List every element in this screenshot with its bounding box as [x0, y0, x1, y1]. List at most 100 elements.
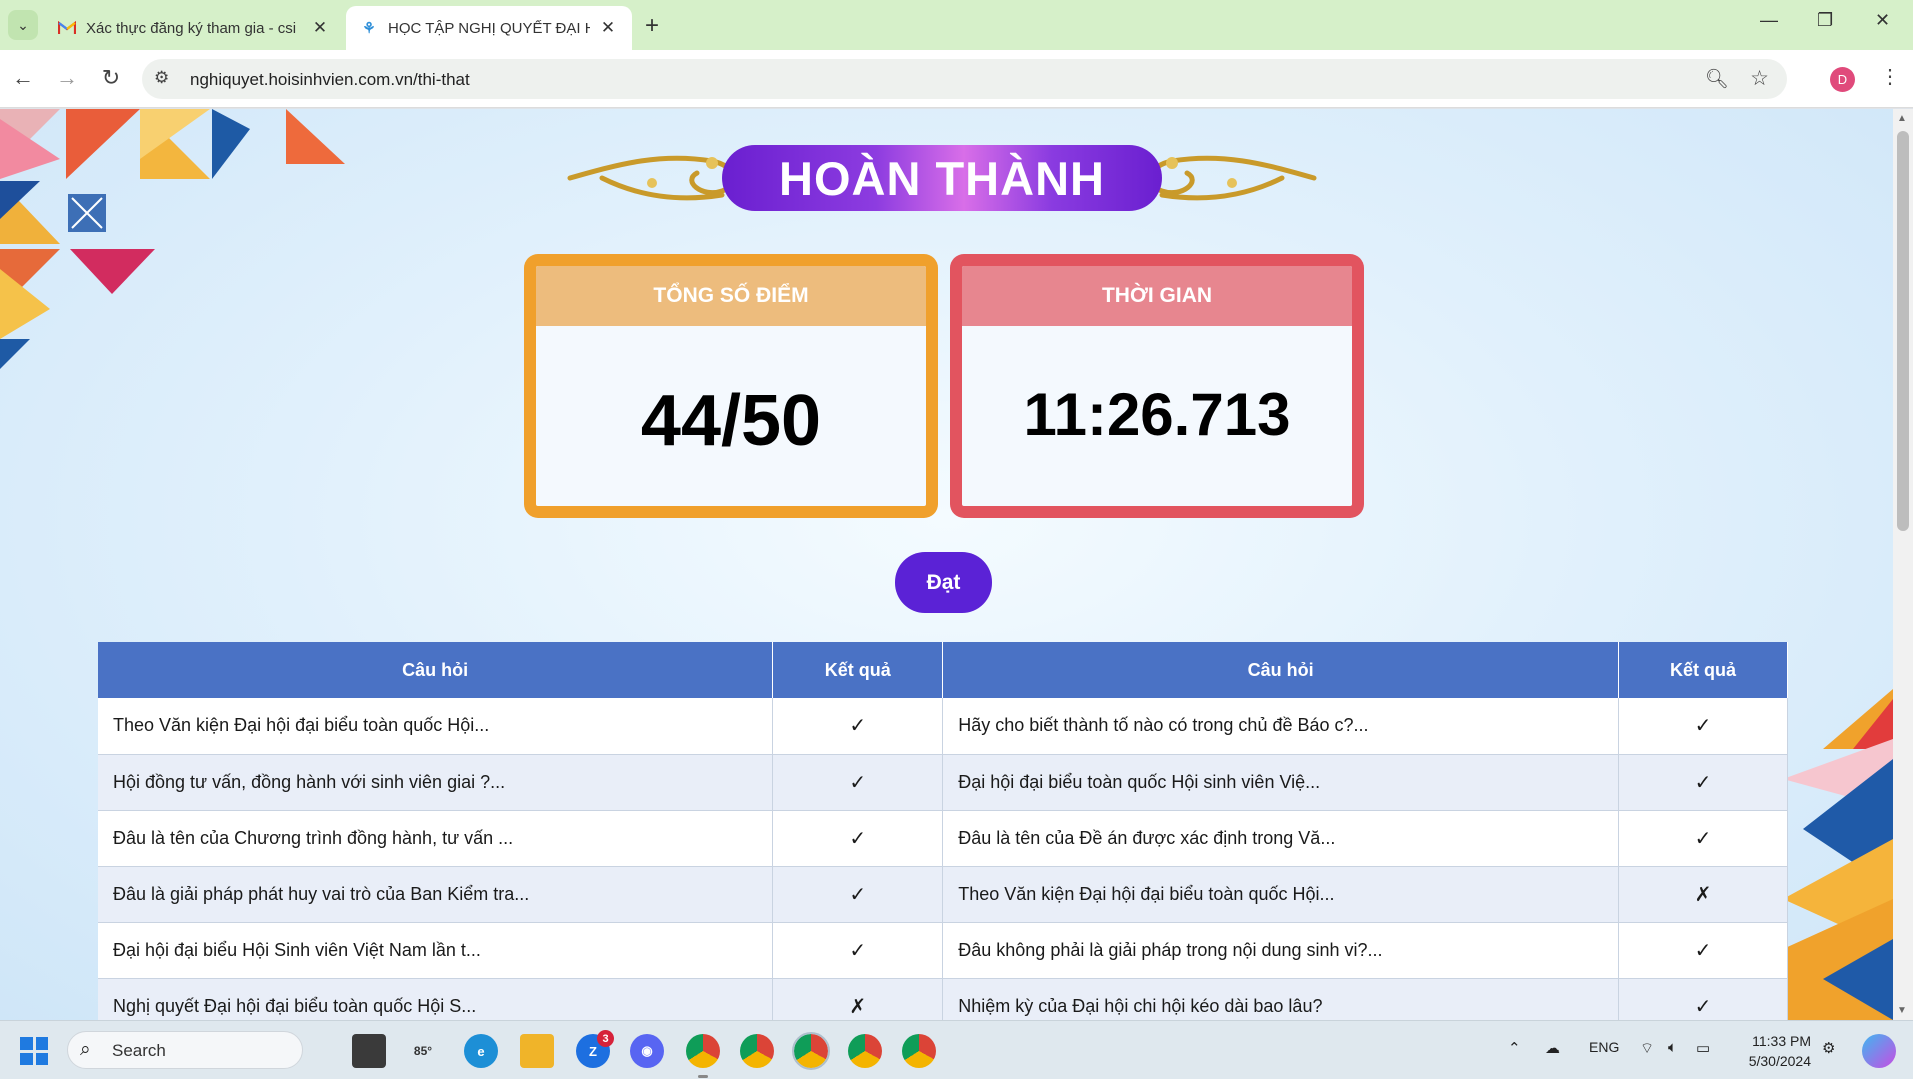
clock-date: 5/30/2024 [1748, 1053, 1811, 1069]
banner-title: HOÀN THÀNH [779, 151, 1105, 205]
active-indicator [698, 1075, 708, 1078]
site-icon: ⚘ [362, 20, 376, 37]
result-cell: ✓ [772, 922, 944, 979]
edge-icon[interactable]: e [464, 1034, 498, 1068]
chrome-profile-icon[interactable] [740, 1034, 774, 1068]
windows-taskbar: ⌕ Search 85° e Z 3 ◉ ⌃ ☁ ENG ⌔ 🔈︎ ▭ 11:3… [0, 1020, 1913, 1079]
profile-avatar[interactable]: D [1830, 67, 1855, 92]
bookmark-star-icon[interactable]: ☆ [1750, 66, 1769, 91]
gmail-icon [58, 19, 76, 37]
tab-search-button[interactable]: ⌄ [8, 10, 38, 40]
pass-status-button[interactable]: Đạt [895, 552, 992, 613]
header-question: Câu hỏi [98, 642, 774, 698]
minimize-icon[interactable]: — [1760, 10, 1778, 31]
result-cell: ✗ [1618, 866, 1788, 923]
table-row: Đâu là giải pháp phát huy vai trò của Ba… [98, 866, 1788, 923]
close-tab-icon[interactable]: ✕ [310, 18, 330, 38]
back-arrow-icon[interactable]: ← [8, 63, 38, 93]
tab-gmail[interactable]: Xác thực đăng ký tham gia - csi ✕ [44, 6, 344, 50]
question-cell: Đại hội đại biểu Hội Sinh viên Việt Nam … [98, 922, 774, 979]
browser-tab-strip: ⌄ Xác thực đăng ký tham gia - csi ✕ ⚘ HỌ… [0, 0, 1913, 50]
header-question: Câu hỏi [942, 642, 1620, 698]
result-cell: ✓ [1618, 810, 1788, 867]
result-cell: ✓ [1618, 978, 1788, 1020]
table-row: Nghị quyết Đại hội đại biểu toàn quốc Hộ… [98, 978, 1788, 1020]
task-view-icon[interactable] [352, 1034, 386, 1068]
zalo-icon[interactable]: Z 3 [576, 1030, 614, 1068]
question-cell: Nhiệm kỳ của Đại hội chi hội kéo dài bao… [942, 978, 1620, 1020]
time-label: THỜI GIAN [962, 266, 1352, 326]
question-cell: Nghị quyết Đại hội đại biểu toàn quốc Hộ… [98, 978, 774, 1020]
table-row: Đại hội đại biểu Hội Sinh viên Việt Nam … [98, 922, 1788, 979]
notification-icon[interactable]: ⚙ [1822, 1039, 1835, 1057]
question-cell: Hãy cho biết thành tố nào có trong chủ đ… [942, 698, 1620, 755]
table-header-row: Câu hỏi Kết quả Câu hỏi Kết quả [98, 642, 1788, 698]
scrollbar-thumb[interactable] [1897, 131, 1909, 531]
clock-time: 11:33 PM [1752, 1033, 1811, 1049]
tab-title: HỌC TẬP NGHỊ QUYẾT ĐẠI HỘI [388, 19, 590, 37]
time-card: THỜI GIAN 11:26.713 [950, 254, 1364, 518]
cloud-offline-icon[interactable]: ☁ [1545, 1039, 1560, 1057]
result-cell: ✓ [1618, 754, 1788, 811]
header-result: Kết quả [772, 642, 944, 698]
score-label: TỔNG SỐ ĐIỂM [536, 266, 926, 326]
close-window-icon[interactable]: ✕ [1875, 10, 1890, 31]
results-table: Câu hỏi Kết quả Câu hỏi Kết quả Theo Văn… [98, 642, 1788, 1020]
scroll-up-icon[interactable]: ▲ [1897, 113, 1907, 124]
tab-title: Xác thực đăng ký tham gia - csi [86, 19, 297, 37]
page-scrollbar[interactable]: ▲ ▼ [1893, 109, 1913, 1020]
file-explorer-icon[interactable] [520, 1034, 554, 1068]
url-text[interactable]: nghiquyet.hoisinhvien.com.vn/thi-that [190, 70, 470, 90]
result-cell: ✗ [772, 978, 944, 1020]
restore-icon[interactable]: ❐ [1817, 10, 1833, 31]
question-cell: Đâu là tên của Chương trình đồng hành, t… [98, 810, 774, 867]
browser-toolbar: ← → ↻ ⚙ nghiquyet.hoisinhvien.com.vn/thi… [0, 50, 1913, 108]
notification-badge: 3 [597, 1030, 614, 1047]
score-card: TỔNG SỐ ĐIỂM 44/50 [524, 254, 938, 518]
language-indicator[interactable]: ENG [1589, 1039, 1619, 1055]
weather-icon[interactable]: 85° [406, 1034, 440, 1068]
discord-icon[interactable]: ◉ [630, 1034, 664, 1068]
scroll-down-icon[interactable]: ▼ [1897, 1005, 1907, 1016]
tab-active-quiz[interactable]: ⚘ HỌC TẬP NGHỊ QUYẾT ĐẠI HỘI ✕ [346, 6, 632, 50]
wifi-icon[interactable]: ⌔ [1640, 1039, 1654, 1058]
question-cell: Đại hội đại biểu toàn quốc Hội sinh viên… [942, 754, 1620, 811]
copilot-icon[interactable] [1862, 1034, 1896, 1068]
chrome-icon[interactable] [686, 1034, 720, 1078]
volume-icon[interactable]: 🔈︎ [1668, 1039, 1677, 1056]
system-clock[interactable]: 11:33 PM 5/30/2024 [1733, 1031, 1811, 1071]
chevron-down-icon: ⌄ [17, 16, 29, 33]
address-bar[interactable]: ⚙ nghiquyet.hoisinhvien.com.vn/thi-that … [142, 59, 1787, 99]
result-cell: ✓ [772, 754, 944, 811]
chevron-up-icon[interactable]: ⌃ [1508, 1039, 1521, 1057]
weather-temperature: 85° [413, 1044, 433, 1058]
close-tab-icon[interactable]: ✕ [598, 18, 618, 38]
result-cell: ✓ [1618, 922, 1788, 979]
completion-banner: HOÀN THÀNH [562, 133, 1322, 223]
decorative-pattern-bottom-right [1783, 689, 1893, 1020]
question-cell: Đâu là giải pháp phát huy vai trò của Ba… [98, 866, 774, 923]
question-cell: Đâu là tên của Đề án được xác định trong… [942, 810, 1620, 867]
page-content: HOÀN THÀNH TỔNG SỐ ĐIỂM 44/50 THỜI GIAN … [0, 109, 1893, 1020]
windows-start-icon[interactable] [20, 1037, 48, 1065]
reload-icon[interactable]: ↻ [96, 63, 126, 93]
table-row: Đâu là tên của Chương trình đồng hành, t… [98, 810, 1788, 867]
more-menu-icon[interactable]: ⋮ [1880, 64, 1900, 89]
search-placeholder: Search [112, 1041, 166, 1060]
decorative-pattern-top-left [0, 109, 345, 369]
question-cell: Hội đồng tư vấn, đồng hành với sinh viên… [98, 754, 774, 811]
battery-icon[interactable]: ▭ [1696, 1039, 1710, 1057]
question-cell: Đâu không phải là giải pháp trong nội du… [942, 922, 1620, 979]
site-info-icon[interactable]: ⚙ [154, 68, 169, 88]
zoom-icon[interactable]: 🔍︎ [1705, 67, 1729, 91]
taskbar-search[interactable]: ⌕ Search [67, 1031, 303, 1069]
chrome-profile-icon[interactable] [792, 1032, 830, 1070]
result-cell: ✓ [772, 810, 944, 867]
time-value: 11:26.713 [1023, 380, 1291, 448]
new-tab-button[interactable]: + [645, 12, 659, 40]
chrome-profile-icon[interactable] [902, 1034, 936, 1068]
forward-arrow-icon[interactable]: → [52, 63, 82, 93]
chrome-profile-icon[interactable] [848, 1034, 882, 1068]
result-cell: ✓ [772, 698, 944, 755]
search-icon: ⌕ [80, 1039, 91, 1060]
